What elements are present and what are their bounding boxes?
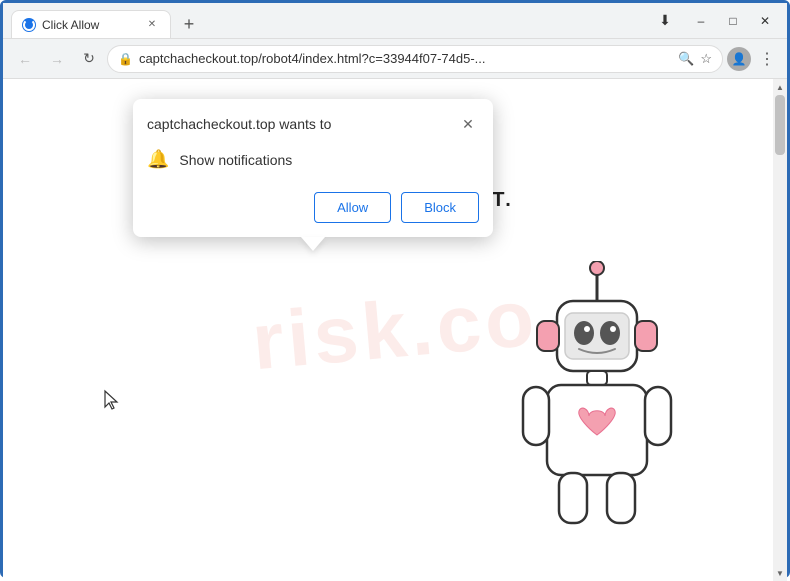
back-button[interactable]: ← [11,45,39,73]
maximize-button[interactable]: □ [719,7,747,35]
popup-notification-text: Show notifications [179,152,292,168]
tab-label: Click Allow [42,18,138,32]
popup-header: captchacheckout.top wants to ✕ [133,99,493,143]
allow-button[interactable]: Allow [314,192,391,223]
popup-actions: Allow Block [133,184,493,237]
forward-button[interactable]: → [43,45,71,73]
lock-icon: 🔒 [118,52,133,66]
bookmark-icon[interactable]: ☆ [700,51,712,67]
popup-triangle [301,237,325,251]
address-bar[interactable]: 🔒 captchacheckout.top/robot4/index.html?… [107,45,723,73]
scroll-up-arrow[interactable]: ▲ [773,79,787,95]
scrollbar[interactable]: ▲ ▼ [773,79,787,581]
popup-title: captchacheckout.top wants to [147,116,331,132]
refresh-button[interactable]: ↻ [75,45,103,73]
minimize-button[interactable]: – [687,7,715,35]
chrome-download-icon: ⬇ [651,7,679,35]
menu-button[interactable]: ⋮ [755,45,779,73]
search-icon[interactable]: 🔍 [678,51,694,67]
active-tab[interactable]: Click Allow ✕ [11,10,171,38]
block-button[interactable]: Block [401,192,479,223]
popup-close-button[interactable]: ✕ [457,113,479,135]
tab-favicon [22,18,36,32]
nav-bar: ← → ↻ 🔒 captchacheckout.top/robot4/index… [3,39,787,79]
address-text: captchacheckout.top/robot4/index.html?c=… [139,51,672,66]
robot-image [507,261,727,581]
notification-popup: captchacheckout.top wants to ✕ 🔔 Show no… [133,99,493,237]
page-content: risk.co CH ARE NOT A ROBOT. [3,79,787,581]
scroll-down-arrow[interactable]: ▼ [773,565,787,581]
bell-icon: 🔔 [147,149,169,170]
tab-close-button[interactable]: ✕ [144,17,160,33]
close-button[interactable]: ✕ [751,7,779,35]
scroll-track [773,95,787,565]
title-bar: Click Allow ✕ + ⬇ – □ ✕ [3,3,787,39]
window-controls: – □ ✕ [687,7,779,35]
tab-area: Click Allow ✕ + [11,3,651,38]
profile-icon[interactable]: 👤 [727,47,751,71]
popup-notification-row: 🔔 Show notifications [133,143,493,184]
new-tab-button[interactable]: + [175,10,203,38]
scroll-thumb[interactable] [775,95,785,155]
